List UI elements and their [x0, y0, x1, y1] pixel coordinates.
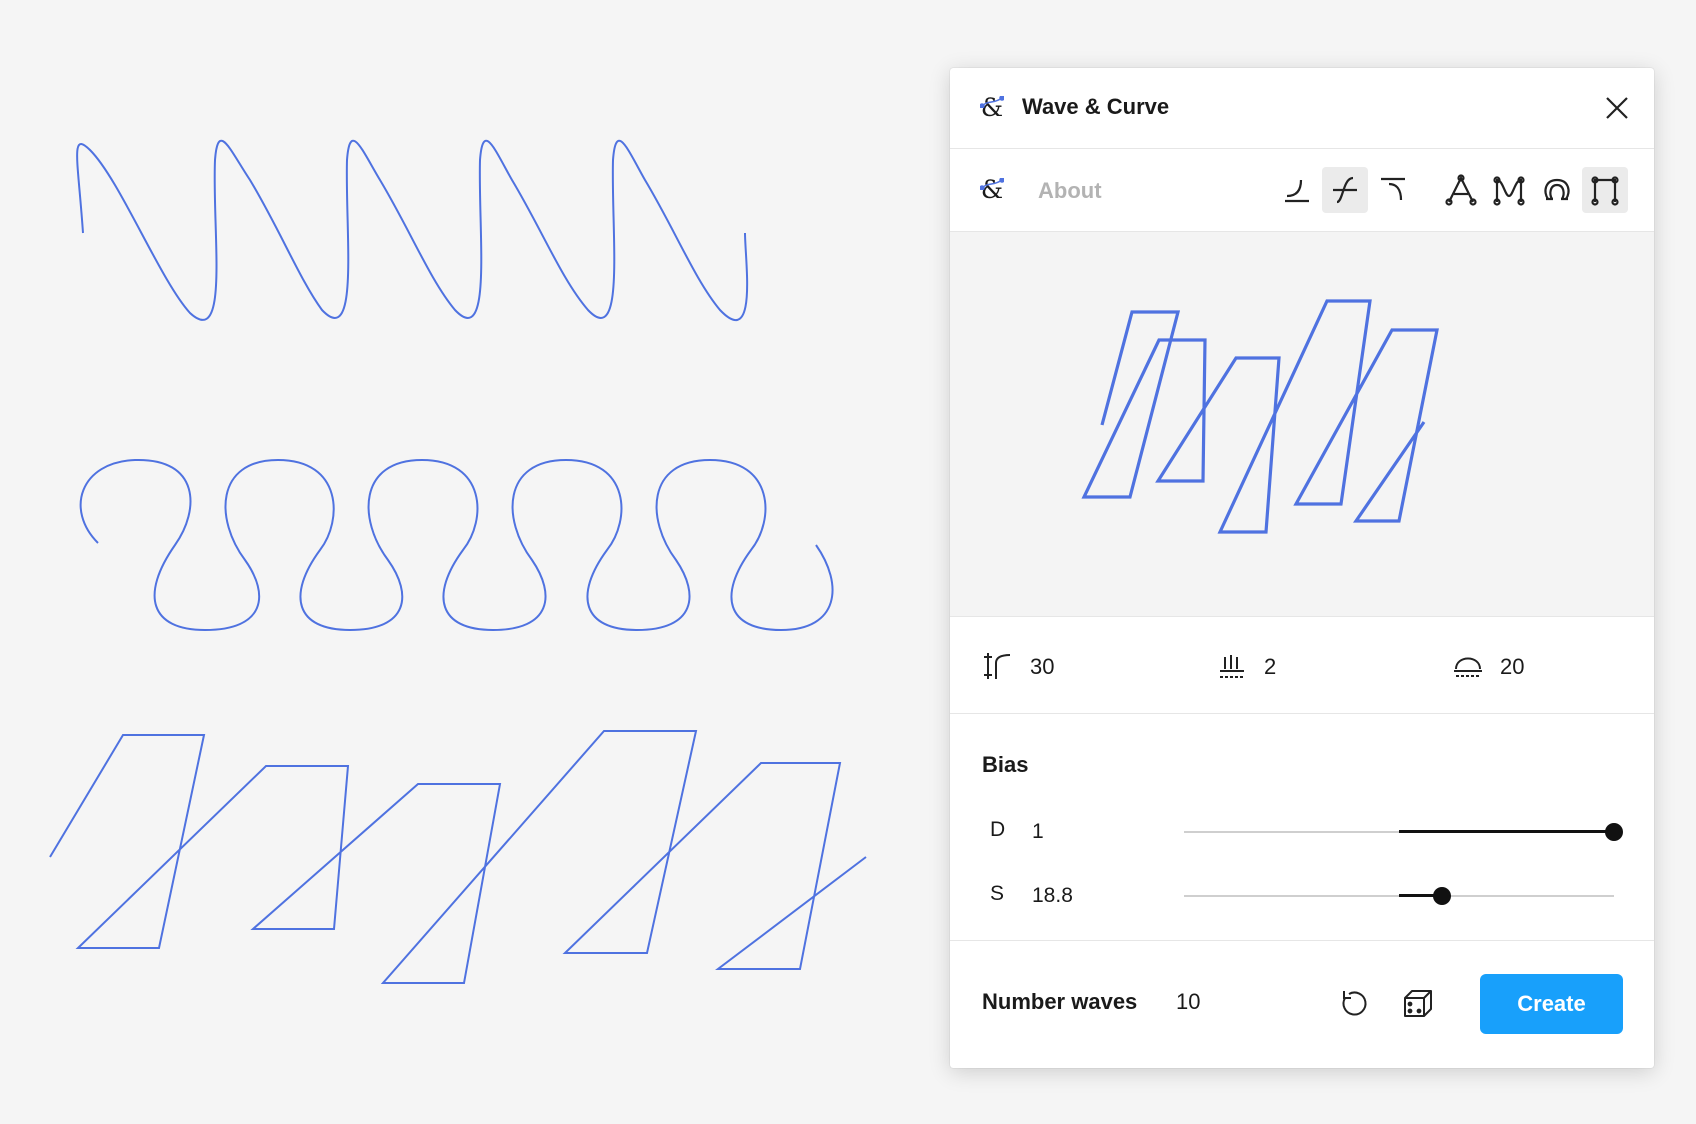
bias-d-slider-thumb[interactable] [1605, 823, 1623, 841]
close-icon[interactable] [1602, 93, 1632, 123]
curve-start-icon [1285, 179, 1309, 203]
panel-title: Wave & Curve [1022, 94, 1170, 119]
about-link[interactable]: About [1038, 178, 1102, 204]
canvas-artwork [49, 139, 867, 984]
amplitude-icon [984, 653, 1011, 679]
bias-s-slider-thumb[interactable] [1433, 887, 1451, 905]
arc-height-param[interactable]: 20 [1452, 647, 1602, 683]
ampersand-curve-logo-icon: & [980, 93, 1004, 122]
loop-path-icon [1544, 178, 1570, 201]
double-peak-path-tool[interactable] [1486, 167, 1532, 213]
bias-d-label: D [990, 818, 1006, 841]
curve-start-tool[interactable] [1274, 167, 1320, 213]
curve-end-tool[interactable] [1370, 167, 1416, 213]
bias-s-label: S [990, 882, 1005, 905]
amplitude-value: 30 [1030, 654, 1055, 679]
loop-path-tool[interactable] [1534, 167, 1580, 213]
loop-wave-curve [79, 458, 834, 632]
frequency-param[interactable]: 2 [1216, 647, 1366, 683]
bias-d-value: 1 [1032, 820, 1044, 843]
frequency-value: 2 [1264, 654, 1277, 679]
amplitude-param[interactable]: 30 [982, 647, 1132, 683]
frequency-icon [1220, 655, 1244, 678]
ampersand-curve-logo-icon: & [980, 175, 1004, 204]
peak-path-tool[interactable] [1438, 167, 1484, 213]
bias-section: Bias D 1 S 18.8 [950, 714, 1654, 941]
square-path-tool[interactable] [1582, 167, 1628, 213]
curve-end-icon [1381, 177, 1405, 201]
number-waves-label: Number waves [982, 989, 1138, 1014]
panel-footer: Number waves Create [950, 941, 1654, 1071]
create-button[interactable]: Create [1480, 974, 1623, 1034]
bias-d-slider[interactable] [1184, 822, 1623, 842]
square-path-icon [1591, 176, 1619, 206]
peak-path-icon [1445, 174, 1477, 206]
arc-height-icon [1454, 657, 1482, 677]
bias-s-value: 18.8 [1032, 884, 1073, 907]
plugin-panel: & Wave & Curve & About 30 2 20 Bias D 1 … [950, 68, 1654, 1068]
dice-icon[interactable] [1400, 985, 1436, 1021]
panel-header: & Wave & Curve [950, 68, 1654, 149]
double-peak-path-icon [1493, 176, 1525, 206]
wave-params: 30 2 20 [950, 617, 1654, 714]
curve-wave-tool[interactable] [1322, 167, 1368, 213]
tool-toolbar: & About [950, 149, 1654, 232]
arc-height-value: 20 [1500, 654, 1525, 679]
square-wave-curve [49, 730, 867, 984]
number-waves-input[interactable] [1176, 987, 1266, 1017]
wave-preview [950, 232, 1654, 617]
bias-s-slider[interactable] [1184, 886, 1614, 906]
sine-wave-curve [76, 139, 749, 321]
preview-square-wave [1081, 299, 1439, 534]
bias-title: Bias [982, 752, 1029, 777]
reset-icon[interactable] [1336, 985, 1372, 1021]
curve-wave-icon [1333, 176, 1357, 204]
